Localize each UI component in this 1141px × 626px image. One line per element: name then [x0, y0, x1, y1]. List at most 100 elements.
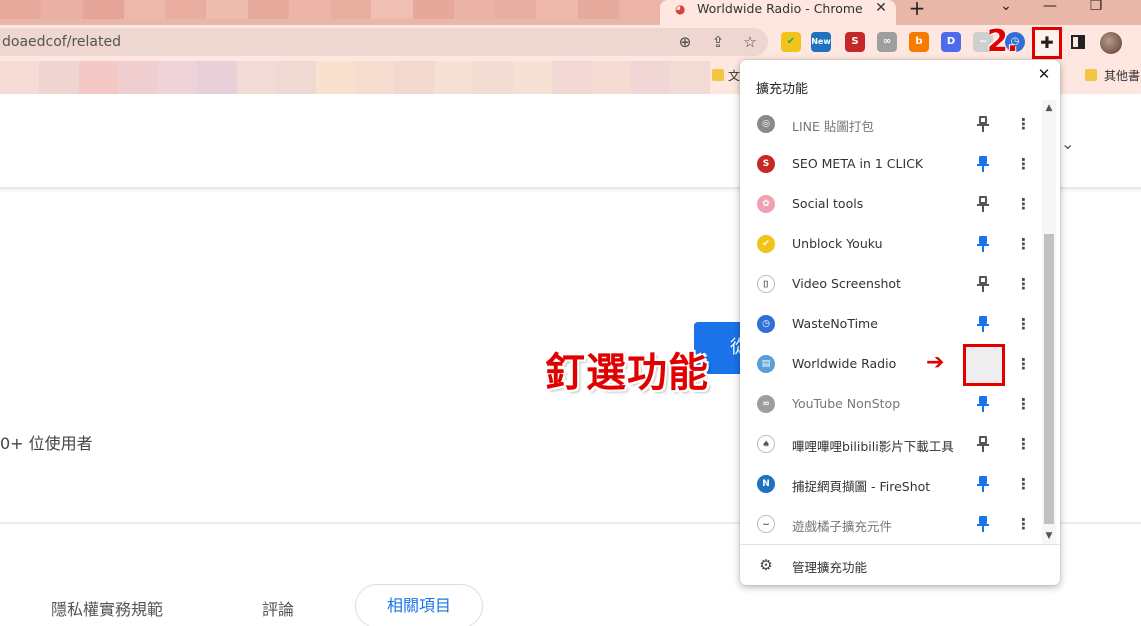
blurred-tabs [0, 0, 660, 19]
scroll-down-icon[interactable]: ▼ [1043, 530, 1055, 542]
bookmark-folder-label[interactable]: 文 [728, 67, 740, 84]
zoom-icon[interactable]: ⊕ [676, 33, 694, 51]
line-sticker-icon: ◎ [757, 115, 775, 133]
extension-name: 遊戲橘子擴充元件 [792, 519, 893, 534]
clock-icon: ◷ [757, 315, 775, 333]
popup-title: 擴充功能 [756, 82, 809, 97]
more-options-icon[interactable]: ⋮ [1016, 195, 1031, 213]
manage-extensions-item[interactable]: ⚙ 管理擴充功能 [740, 546, 1060, 584]
red-arrow-icon: ➔ [926, 350, 945, 375]
minimize-icon[interactable]: — [1035, 0, 1065, 16]
profile-avatar[interactable] [1100, 32, 1122, 54]
blurred-bookmarks [0, 61, 710, 94]
extensions-popup: 擴充功能 ✕ ◎ LINE 貼圖打包 ⋮ S SEO META in 1 CLICK ⋮ ✿… [740, 60, 1060, 585]
extension-name: WasteNoTime [792, 316, 878, 331]
pinned-icon[interactable] [976, 235, 990, 253]
pin-highlight-box [963, 344, 1005, 386]
bookmark-star-icon[interactable]: ☆ [741, 33, 759, 51]
step-label: 2. [987, 24, 1018, 59]
extension-item[interactable]: ✿ Social tools ⋮ [740, 184, 1040, 224]
url-text: doaedcof/related [2, 34, 121, 50]
tab-privacy[interactable]: 隱私權實務規範 [51, 596, 163, 620]
tab-search-icon[interactable]: ⌄ [991, 0, 1021, 16]
seo-icon: S [757, 155, 775, 173]
more-options-icon[interactable]: ⋮ [1016, 315, 1031, 333]
chevron-down-icon[interactable]: ⌄ [1061, 134, 1079, 153]
toolbar: doaedcof/related ⊕ ⇪ ☆ ✔ New S ∞ b D ~ ◷… [0, 25, 1141, 61]
gear-icon: ⚙ [759, 556, 773, 574]
extension-name: 嗶哩嗶哩bilibili影片下載工具 [792, 439, 954, 454]
extension-item[interactable]: ∞ YouTube NonStop ⋮ [740, 384, 1040, 424]
more-options-icon[interactable]: ⋮ [1016, 275, 1031, 293]
fireshot-toolbar-icon[interactable]: New [811, 32, 831, 52]
extension-item[interactable]: ⌷ Video Screenshot ⋮ [740, 264, 1040, 304]
chrome-webstore-icon: ◕ [675, 2, 686, 16]
bookmark-folder-icon[interactable] [712, 69, 724, 81]
user-count: 0+ 位使用者 [0, 434, 93, 453]
annotation-label: 釘選功能 [545, 350, 709, 396]
extensions-button[interactable]: ✚ [1032, 27, 1062, 59]
gamania-icon: ~ [757, 515, 775, 533]
close-tab-icon[interactable]: ✕ [873, 0, 889, 16]
extension-item[interactable]: ◷ WasteNoTime ⋮ [740, 304, 1040, 344]
more-options-icon[interactable]: ⋮ [1016, 435, 1031, 453]
extension-name: 捕捉網頁擷圖 - FireShot [792, 479, 931, 494]
pinned-icon[interactable] [976, 395, 990, 413]
more-options-icon[interactable]: ⋮ [1016, 155, 1031, 173]
seo-toolbar-icon[interactable]: S [845, 32, 865, 52]
extension-name: Social tools [792, 196, 864, 211]
side-panel-icon[interactable] [1071, 35, 1085, 49]
extension-name: Worldwide Radio [792, 356, 897, 371]
tab-reviews[interactable]: 評論 [262, 596, 294, 620]
other-bookmarks-icon[interactable] [1085, 69, 1097, 81]
pin-icon[interactable] [976, 275, 990, 293]
other-bookmarks-label[interactable]: 其他書 [1104, 67, 1140, 84]
close-icon[interactable]: ✕ [1035, 65, 1053, 83]
pinned-icon[interactable] [976, 155, 990, 173]
extension-name: Unblock Youku [792, 236, 883, 251]
popup-divider [740, 544, 1060, 545]
extension-item[interactable]: N 捕捉網頁擷圖 - FireShot ⋮ [740, 464, 1040, 504]
more-options-icon[interactable]: ⋮ [1016, 115, 1031, 133]
more-options-icon[interactable]: ⋮ [1016, 515, 1031, 533]
scrollbar[interactable]: ▲ ▼ [1042, 100, 1056, 545]
restore-icon[interactable]: ❐ [1081, 0, 1111, 16]
pin-icon[interactable] [976, 195, 990, 213]
more-options-icon[interactable]: ⋮ [1016, 355, 1031, 373]
unblock-youku-icon: ✔ [757, 235, 775, 253]
unblock-youku-toolbar-icon[interactable]: ✔ [781, 32, 801, 52]
pin-icon[interactable] [976, 435, 990, 453]
fireshot-icon: N [757, 475, 775, 493]
infinity-icon: ∞ [757, 395, 775, 413]
extension-item[interactable]: ◎ LINE 貼圖打包 ⋮ [740, 104, 1040, 144]
pin-icon[interactable] [976, 115, 990, 133]
extension-item[interactable]: ✔ Unblock Youku ⋮ [740, 224, 1040, 264]
browser-window: ◕ Worldwide Radio - Chrome 線 ✕ + ⌄ — ❐ d… [0, 0, 1141, 626]
extension-item[interactable]: S SEO META in 1 CLICK ⋮ [740, 144, 1040, 184]
more-options-icon[interactable]: ⋮ [1016, 235, 1031, 253]
manage-extensions-label: 管理擴充功能 [792, 560, 868, 575]
more-options-icon[interactable]: ⋮ [1016, 475, 1031, 493]
extension-name: SEO META in 1 CLICK [792, 156, 924, 171]
extension-d-toolbar-icon[interactable]: D [941, 32, 961, 52]
pinned-icon[interactable] [976, 475, 990, 493]
extension-name: LINE 貼圖打包 [792, 119, 874, 134]
scroll-thumb[interactable] [1044, 234, 1054, 524]
extension-toolbar-icon[interactable]: b [909, 32, 929, 52]
pinned-icon[interactable] [976, 315, 990, 333]
new-tab-icon[interactable]: + [906, 0, 928, 18]
scroll-up-icon[interactable]: ▲ [1043, 102, 1055, 114]
tab-related[interactable]: 相關項目 [355, 584, 483, 626]
puzzle-icon: ✚ [1040, 33, 1054, 52]
tab-title: Worldwide Radio - Chrome 線 [697, 1, 865, 16]
address-bar[interactable]: doaedcof/related ⊕ ⇪ ☆ [0, 28, 768, 56]
bilibili-icon: ♠ [757, 435, 775, 453]
extension-item[interactable]: ~ 遊戲橘子擴充元件 ⋮ [740, 504, 1040, 544]
camera-icon: ⌷ [757, 275, 775, 293]
share-icon[interactable]: ⇪ [709, 33, 727, 51]
youtube-nonstop-toolbar-icon[interactable]: ∞ [877, 32, 897, 52]
extension-item[interactable]: ♠ 嗶哩嗶哩bilibili影片下載工具 ⋮ [740, 424, 1040, 464]
pinned-icon[interactable] [976, 515, 990, 533]
more-options-icon[interactable]: ⋮ [1016, 395, 1031, 413]
tab-strip: ◕ Worldwide Radio - Chrome 線 ✕ + ⌄ — ❐ [0, 0, 1141, 25]
